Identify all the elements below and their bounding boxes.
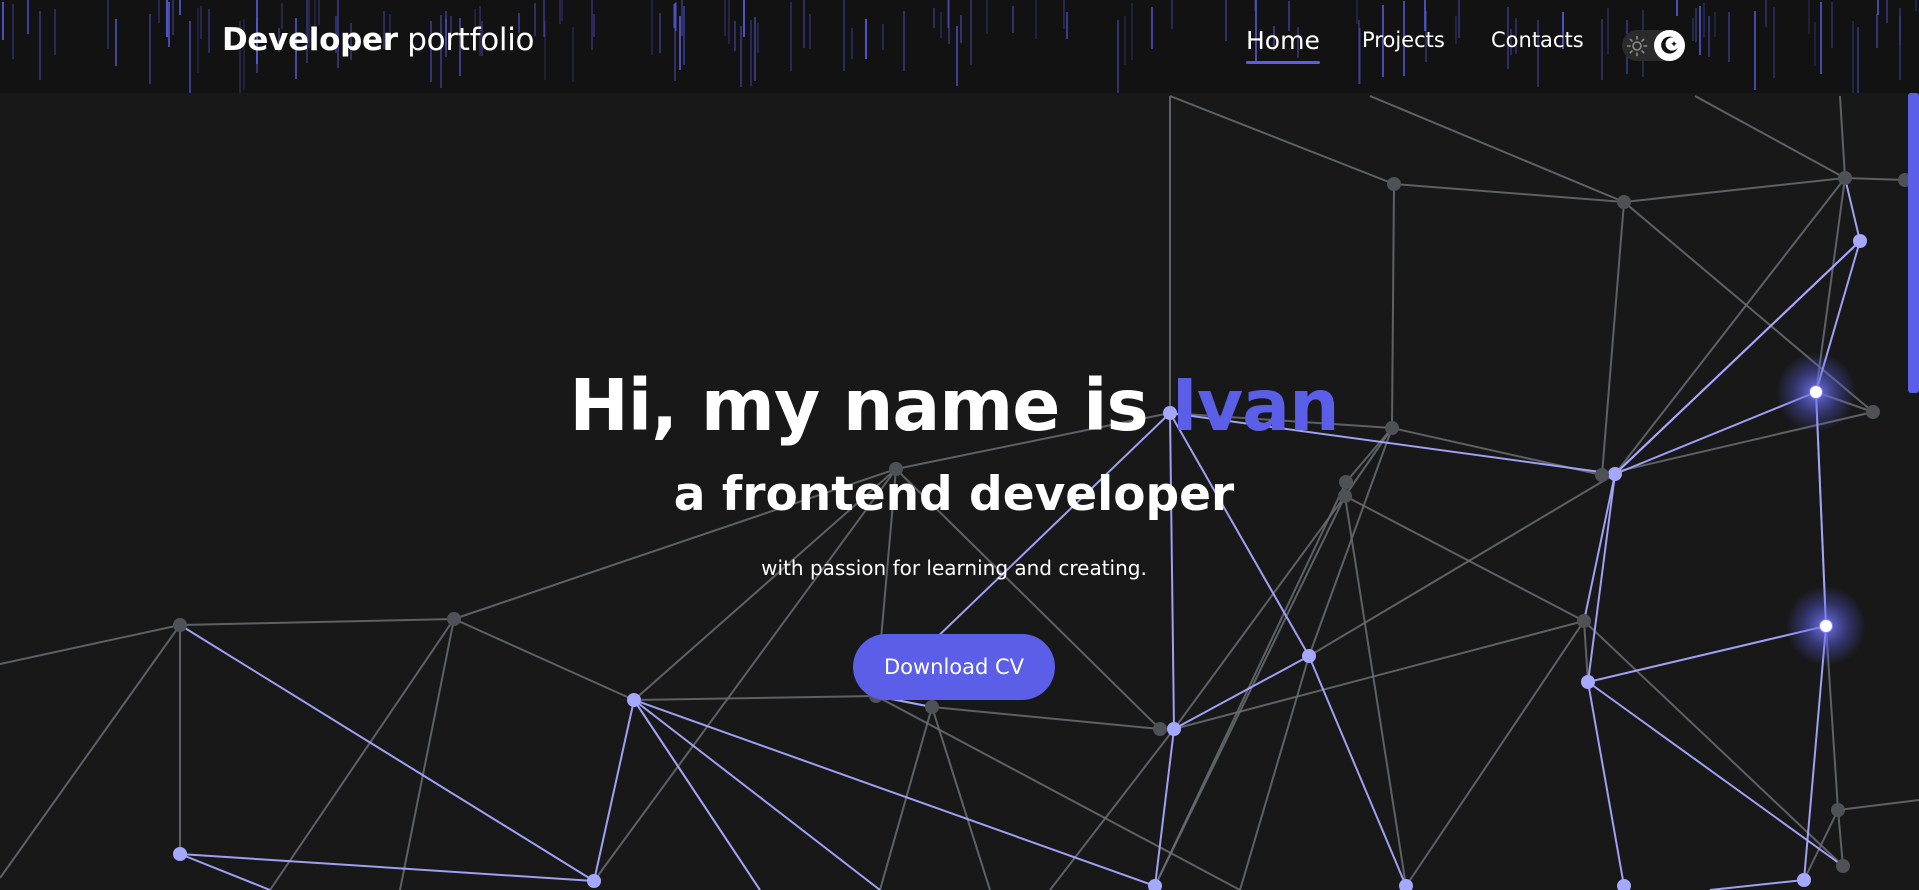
network-node xyxy=(1836,859,1850,873)
network-node xyxy=(1163,406,1177,420)
network-link xyxy=(1154,728,1175,887)
network-link xyxy=(1049,728,1175,890)
network-node xyxy=(1581,675,1595,689)
network-link xyxy=(895,412,1171,470)
network-link xyxy=(1169,412,1175,730)
network-node xyxy=(1148,879,1162,890)
sun-icon xyxy=(1626,35,1648,57)
network-node xyxy=(1385,421,1399,435)
logo-bold-text: Developer xyxy=(222,22,398,58)
network-node xyxy=(1399,879,1413,890)
network-node xyxy=(1153,722,1167,736)
network-node xyxy=(587,874,601,888)
network-node xyxy=(1302,649,1316,663)
nav-projects[interactable]: Projects xyxy=(1362,28,1445,52)
site-logo[interactable]: Developer portfolio xyxy=(222,22,535,58)
network-link xyxy=(179,853,595,882)
network-link xyxy=(1169,412,1393,429)
nav-contacts[interactable]: Contacts xyxy=(1491,28,1584,52)
network-link xyxy=(1345,427,1393,483)
network-node xyxy=(173,618,187,632)
network-link xyxy=(179,624,595,882)
network-link xyxy=(0,624,181,665)
network-link xyxy=(179,618,455,626)
network-node xyxy=(889,462,903,476)
scrollbar-thumb[interactable] xyxy=(1908,93,1919,393)
network-link xyxy=(633,699,881,890)
glowing-node xyxy=(1810,386,1822,398)
network-node xyxy=(1797,873,1811,887)
network-node xyxy=(1167,722,1181,736)
network-link xyxy=(879,706,933,890)
network-node xyxy=(173,847,187,861)
network-node xyxy=(925,700,939,714)
particle-network-background xyxy=(0,95,1919,890)
network-link xyxy=(633,695,877,701)
network-link xyxy=(1173,495,1346,730)
network-node xyxy=(1617,879,1631,890)
network-node xyxy=(1387,177,1401,191)
network-link xyxy=(593,468,897,882)
network-link xyxy=(633,699,1156,887)
network-link xyxy=(1837,809,1844,867)
network-node xyxy=(1338,489,1352,503)
network-link xyxy=(931,706,991,890)
site-header: Developer portfolio Home Projects Contac… xyxy=(0,0,1919,93)
network-link xyxy=(1601,201,1625,476)
network-node xyxy=(1853,234,1867,248)
network-link xyxy=(0,624,181,879)
network-link xyxy=(453,618,635,701)
network-link xyxy=(1344,495,1407,887)
network-node xyxy=(447,612,461,626)
download-cv-button[interactable]: Download CV xyxy=(853,634,1055,700)
network-link xyxy=(931,706,1161,730)
network-link xyxy=(453,468,897,620)
network-link xyxy=(1391,183,1395,429)
network-node xyxy=(1838,171,1852,185)
glowing-node xyxy=(1820,620,1832,632)
network-link xyxy=(1839,95,1846,179)
network-link xyxy=(1844,177,1861,242)
network-link xyxy=(1587,681,1844,867)
network-link xyxy=(1837,799,1919,811)
logo-light-text: portfolio xyxy=(407,22,535,58)
theme-toggle[interactable] xyxy=(1622,30,1685,61)
network-node xyxy=(1617,195,1631,209)
network-link xyxy=(1308,427,1393,657)
nav-home[interactable]: Home xyxy=(1246,26,1320,64)
network-link xyxy=(1694,95,1846,179)
network-link xyxy=(1709,879,1805,890)
network-node xyxy=(1831,803,1845,817)
network-node xyxy=(1339,475,1353,489)
network-link xyxy=(1844,177,1906,181)
network-link xyxy=(1169,412,1310,657)
network-link xyxy=(1169,95,1395,185)
network-node xyxy=(1595,468,1609,482)
network-node xyxy=(627,693,641,707)
network-link xyxy=(1173,655,1310,730)
network-link xyxy=(1583,620,1589,683)
network-node xyxy=(1866,405,1880,419)
network-link xyxy=(1623,177,1846,203)
network-link xyxy=(633,699,761,890)
network-node xyxy=(1608,467,1622,481)
network-node xyxy=(1577,614,1591,628)
network-link xyxy=(1587,681,1625,887)
network-link xyxy=(1154,481,1347,887)
network-link xyxy=(1308,655,1407,887)
moon-icon xyxy=(1661,36,1678,54)
toggle-knob xyxy=(1654,30,1685,61)
